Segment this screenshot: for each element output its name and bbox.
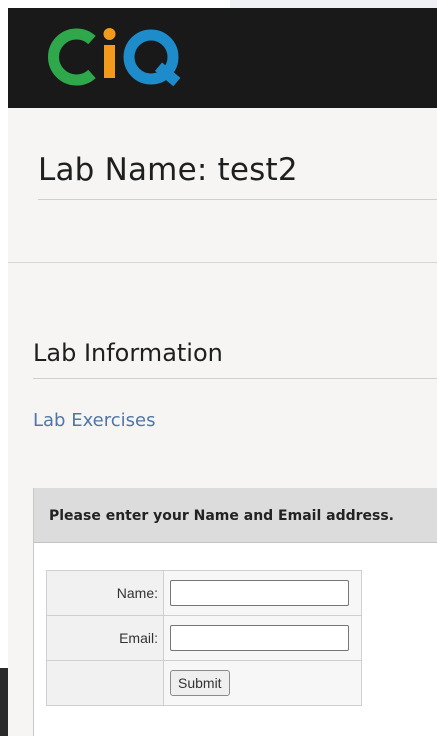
- registration-panel-header: Please enter your Name and Email address…: [34, 488, 437, 543]
- form-row-name: Name:: [46, 570, 362, 616]
- registration-panel: Please enter your Name and Email address…: [33, 488, 437, 736]
- email-field-cell: [163, 615, 362, 661]
- submit-button[interactable]: Submit: [170, 670, 230, 696]
- email-input[interactable]: [170, 625, 349, 651]
- divider: [38, 199, 437, 200]
- logo-letter-i: [104, 45, 115, 78]
- form-row-email: Email:: [46, 615, 362, 661]
- divider: [8, 262, 437, 263]
- name-input[interactable]: [170, 580, 349, 606]
- registration-instructions: Please enter your Name and Email address…: [49, 508, 394, 524]
- lab-exercises-link[interactable]: Lab Exercises: [33, 410, 155, 431]
- lab-name-title: Lab Name: test2: [38, 152, 298, 188]
- divider: [33, 378, 437, 379]
- submit-cell: Submit: [163, 660, 362, 706]
- logo-letter-c: [48, 28, 96, 86]
- window-edge: [0, 668, 8, 736]
- lab-information-heading: Lab Information: [33, 339, 223, 367]
- logo-letter-i-dot: [103, 28, 116, 40]
- name-field-cell: [163, 570, 362, 616]
- email-label: Email:: [46, 615, 164, 661]
- ciq-logo[interactable]: [40, 22, 190, 92]
- registration-form: Name: Email: Submit: [46, 570, 362, 706]
- empty-label-cell: [46, 660, 164, 706]
- top-strip: [0, 0, 437, 8]
- form-row-submit: Submit: [46, 660, 362, 706]
- name-label: Name:: [46, 570, 164, 616]
- top-strip-light: [230, 0, 437, 8]
